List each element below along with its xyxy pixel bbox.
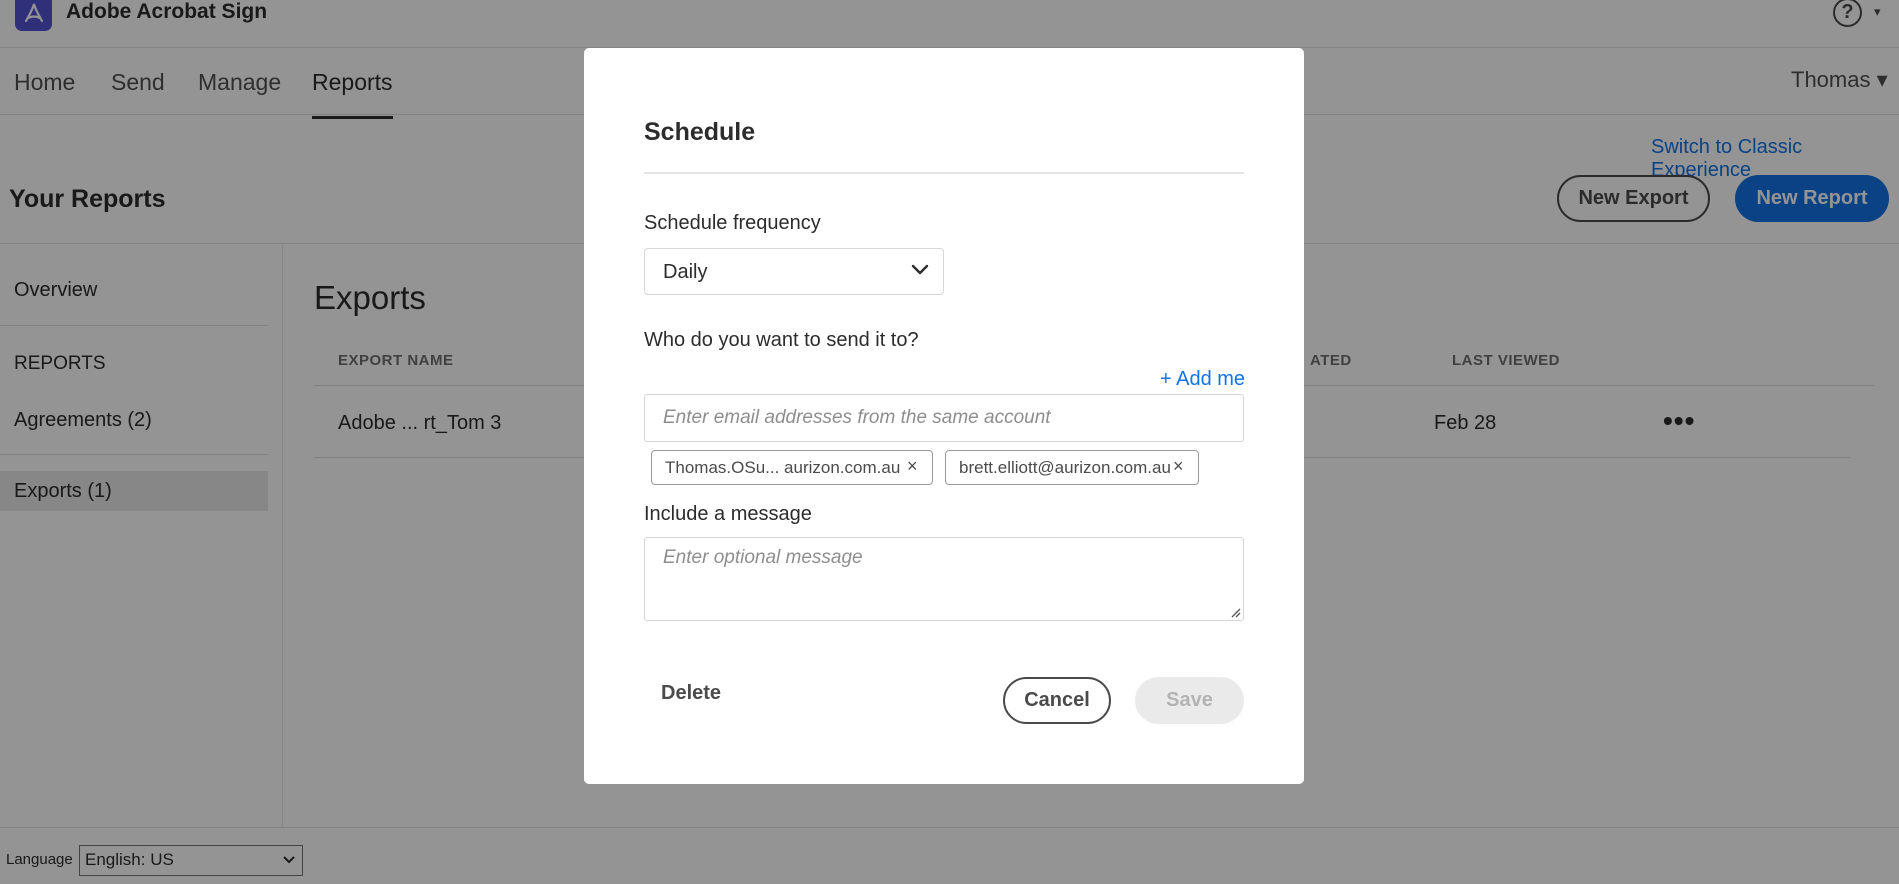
save-button[interactable]: Save [1135, 677, 1244, 724]
message-textarea[interactable]: Enter optional message [644, 537, 1244, 621]
recipient-chip: brett.elliott@aurizon.com.au × [945, 450, 1199, 485]
recipient-chip-label: brett.elliott@aurizon.com.au [959, 458, 1171, 477]
cancel-button[interactable]: Cancel [1003, 677, 1111, 724]
recipients-label: Who do you want to send it to? [644, 329, 919, 351]
dialog-title: Schedule [644, 118, 756, 146]
delete-button[interactable]: Delete [661, 682, 721, 705]
remove-recipient-icon[interactable]: × [907, 456, 918, 477]
remove-recipient-icon[interactable]: × [1173, 456, 1184, 477]
message-placeholder: Enter optional message [663, 547, 863, 568]
dialog-title-divider [644, 172, 1244, 174]
message-label: Include a message [644, 503, 812, 525]
schedule-dialog: Schedule Schedule frequency Daily Who do… [584, 48, 1304, 784]
email-input-placeholder: Enter email addresses from the same acco… [663, 407, 1051, 428]
recipient-chip: Thomas.OSu... aurizon.com.au × [651, 450, 933, 485]
frequency-select[interactable]: Daily [644, 248, 944, 295]
recipient-chip-label: Thomas.OSu... aurizon.com.au [665, 458, 901, 477]
chevron-down-icon [911, 264, 929, 275]
frequency-label: Schedule frequency [644, 212, 821, 234]
frequency-select-value: Daily [663, 261, 708, 283]
add-me-link[interactable]: + Add me [1160, 368, 1245, 391]
resize-handle-icon[interactable] [1229, 606, 1241, 618]
email-input[interactable]: Enter email addresses from the same acco… [644, 394, 1244, 442]
